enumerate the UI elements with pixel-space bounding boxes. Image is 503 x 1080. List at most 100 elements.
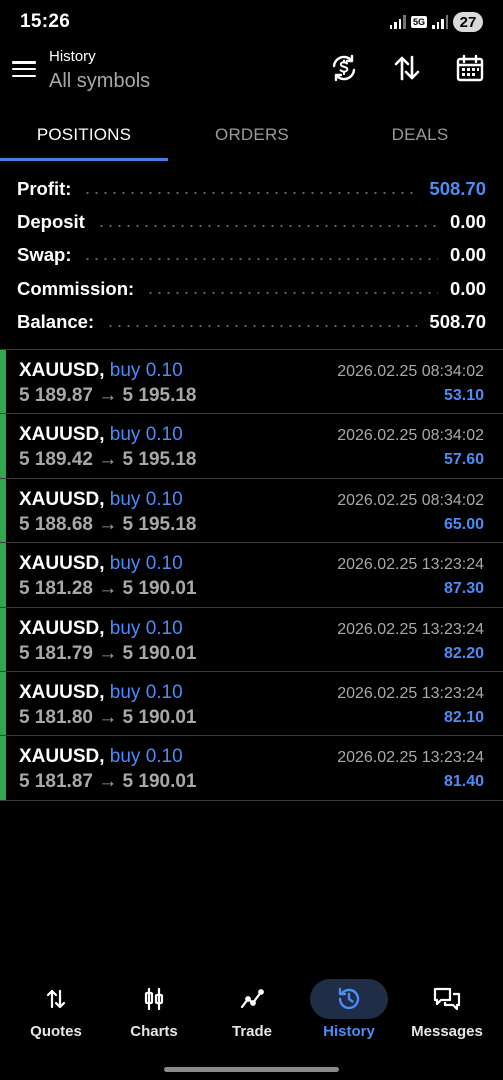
summary-panel: Profit: 508.70 Deposit 0.00 Swap: 0.00 C… xyxy=(0,172,503,338)
positions-list: XAUUSD, buy 0.10 5 189.87 → 5 195.18 202… xyxy=(0,349,503,801)
nav-label: History xyxy=(323,1023,375,1040)
position-symbol: XAUUSD, buy 0.10 xyxy=(19,360,183,381)
position-side: buy 0.10 xyxy=(109,360,183,381)
summary-label: Commission: xyxy=(17,277,135,299)
dotted-leader xyxy=(96,224,438,227)
position-side: buy 0.10 xyxy=(109,681,183,703)
nav-messages[interactable]: Messages xyxy=(397,972,497,1052)
tab-deals[interactable]: DEALS xyxy=(336,110,503,160)
tab-bar: POSITIONS ORDERS DEALS xyxy=(0,110,503,162)
summary-label: Profit: xyxy=(17,177,72,199)
position-profit: 81.40 xyxy=(443,773,484,791)
symbol-filter[interactable]: All symbols xyxy=(49,70,150,93)
position-time: 2026.02.25 08:34:02 xyxy=(337,427,484,445)
summary-row-profit: Profit: 508.70 xyxy=(0,172,503,205)
nav-charts[interactable]: Charts xyxy=(104,972,204,1052)
sort-icon[interactable] xyxy=(389,50,425,86)
summary-label: Deposit xyxy=(17,210,85,232)
position-row[interactable]: XAUUSD, buy 0.10 5 181.80 → 5 190.01 202… xyxy=(0,671,503,737)
network-type-icon: 5G xyxy=(410,16,427,28)
position-row[interactable]: XAUUSD, buy 0.10 5 181.79 → 5 190.01 202… xyxy=(0,607,503,672)
position-row[interactable]: XAUUSD, buy 0.10 5 181.87 → 5 190.01 202… xyxy=(0,736,503,801)
position-profit: 82.10 xyxy=(443,708,484,726)
position-time: 2026.02.25 13:23:24 xyxy=(337,620,484,638)
position-row[interactable]: XAUUSD, buy 0.10 5 189.42 → 5 195.18 202… xyxy=(0,414,503,479)
tab-orders[interactable]: ORDERS xyxy=(168,110,336,160)
dotted-leader xyxy=(106,324,418,327)
quotes-icon xyxy=(41,984,71,1014)
nav-history[interactable]: History xyxy=(299,972,399,1052)
summary-value: 0.00 xyxy=(449,210,486,232)
nav-label: Quotes xyxy=(30,1023,82,1040)
position-symbol: XAUUSD, buy 0.10 xyxy=(19,746,183,768)
dotted-leader xyxy=(83,258,438,261)
position-side: buy 0.10 xyxy=(109,617,183,639)
dotted-leader xyxy=(83,191,418,194)
position-time: 2026.02.25 08:34:02 xyxy=(337,491,484,509)
menu-icon[interactable] xyxy=(12,58,36,80)
position-time: 2026.02.25 13:23:24 xyxy=(337,556,484,574)
summary-value: 508.70 xyxy=(429,310,486,332)
bottom-nav: Quotes Charts Trade History Messages xyxy=(0,972,503,1052)
dotted-leader xyxy=(146,291,438,294)
position-side: buy 0.10 xyxy=(109,746,183,768)
sync-icon[interactable] xyxy=(326,50,362,86)
position-side: buy 0.10 xyxy=(109,424,183,446)
nav-trade[interactable]: Trade xyxy=(202,972,302,1052)
status-bar: 15:26 5G 27 xyxy=(0,0,503,44)
nav-label: Messages xyxy=(411,1023,483,1040)
tab-positions[interactable]: POSITIONS xyxy=(0,110,168,160)
position-time: 2026.02.25 13:23:24 xyxy=(337,749,484,767)
position-symbol: XAUUSD, buy 0.10 xyxy=(19,681,183,703)
summary-row-swap: Swap: 0.00 xyxy=(0,239,503,272)
summary-row-deposit: Deposit 0.00 xyxy=(0,205,503,238)
buy-indicator xyxy=(0,414,6,478)
battery-icon: 27 xyxy=(453,12,483,32)
charts-icon xyxy=(139,984,169,1014)
buy-indicator xyxy=(0,607,6,671)
summary-row-balance: Balance: 508.70 xyxy=(0,305,503,338)
nav-label: Trade xyxy=(231,1023,273,1040)
position-row[interactable]: XAUUSD, buy 0.10 5 189.87 → 5 195.18 202… xyxy=(0,350,503,415)
position-prices: 5 181.28 → 5 190.01 xyxy=(19,578,197,600)
position-side: buy 0.10 xyxy=(109,488,183,510)
position-profit: 87.30 xyxy=(443,580,484,598)
position-prices: 5 189.42 → 5 195.18 xyxy=(19,449,197,471)
position-prices: 5 181.79 → 5 190.01 xyxy=(19,642,197,664)
summary-label: Swap: xyxy=(17,244,72,266)
position-profit: 65.00 xyxy=(443,515,484,533)
position-prices: 5 189.87 → 5 195.18 xyxy=(19,385,197,406)
page-title: History xyxy=(49,48,96,65)
status-time: 15:26 xyxy=(20,11,71,32)
app-bar: History All symbols xyxy=(0,44,503,102)
summary-value: 508.70 xyxy=(429,177,486,199)
summary-value: 0.00 xyxy=(449,244,486,266)
signal-icon xyxy=(389,15,406,29)
buy-indicator xyxy=(0,543,6,607)
position-symbol: XAUUSD, buy 0.10 xyxy=(19,488,183,510)
buy-indicator xyxy=(0,736,6,800)
position-row[interactable]: XAUUSD, buy 0.10 5 181.28 → 5 190.01 202… xyxy=(0,543,503,608)
summary-row-commission: Commission: 0.00 xyxy=(0,272,503,305)
position-symbol: XAUUSD, buy 0.10 xyxy=(19,617,183,639)
nav-label: Charts xyxy=(130,1023,178,1040)
position-row[interactable]: XAUUSD, buy 0.10 5 188.68 → 5 195.18 202… xyxy=(0,478,503,544)
summary-value: 0.00 xyxy=(449,277,486,299)
buy-indicator xyxy=(0,478,6,543)
position-prices: 5 181.80 → 5 190.01 xyxy=(19,706,197,728)
position-prices: 5 188.68 → 5 195.18 xyxy=(19,513,197,535)
gesture-bar[interactable] xyxy=(164,1067,339,1072)
position-symbol: XAUUSD, buy 0.10 xyxy=(19,424,183,446)
history-icon xyxy=(334,984,364,1014)
summary-label: Balance: xyxy=(17,310,95,332)
position-time: 2026.02.25 13:23:24 xyxy=(337,684,484,702)
tab-indicator xyxy=(0,158,168,161)
position-profit: 82.20 xyxy=(443,644,484,662)
calendar-icon[interactable] xyxy=(452,50,488,86)
buy-indicator xyxy=(0,671,6,736)
nav-quotes[interactable]: Quotes xyxy=(6,972,106,1052)
signal-icon-2 xyxy=(432,15,448,29)
position-profit: 57.60 xyxy=(443,451,484,469)
position-symbol: XAUUSD, buy 0.10 xyxy=(19,553,183,575)
position-prices: 5 181.87 → 5 190.01 xyxy=(19,771,197,793)
